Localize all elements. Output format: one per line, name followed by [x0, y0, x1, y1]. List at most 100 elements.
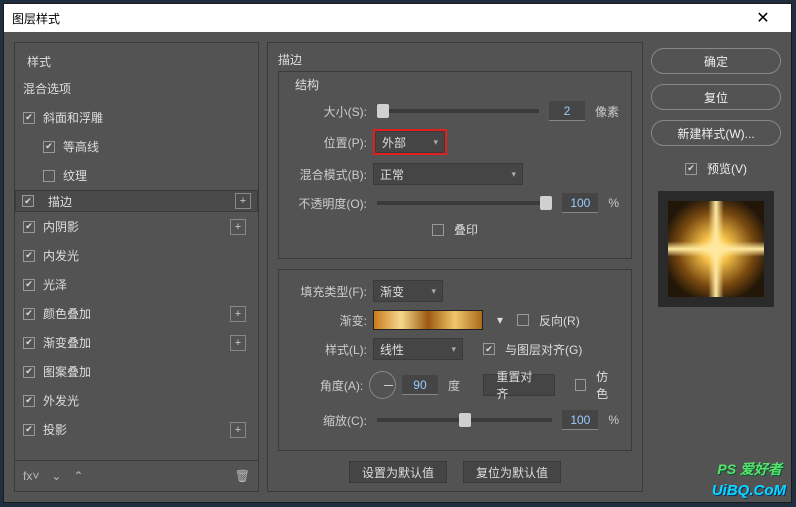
style-checkbox[interactable] [23, 250, 35, 262]
style-label: 颜色叠加 [43, 305, 230, 322]
blend-mode-select[interactable]: 正常▾ [373, 163, 523, 185]
structure-group: 结构 大小(S): 像素 位置(P): 外部▾ 混合模式(B): 正常▾ [278, 71, 632, 259]
fx-icon[interactable]: fx˅ [23, 469, 39, 483]
style-checkbox[interactable] [23, 221, 35, 233]
scale-slider[interactable] [377, 418, 552, 422]
style-item-7[interactable]: 颜色叠加+ [15, 299, 258, 328]
watermark-text-2: UiBQ.CoM [712, 482, 786, 499]
size-unit: 像素 [595, 103, 619, 120]
options-panel: 描边 结构 大小(S): 像素 位置(P): 外部▾ 混合模式(B): [267, 42, 643, 492]
gradient-label: 渐变: [291, 312, 367, 329]
plus-icon[interactable]: + [230, 306, 246, 322]
watermark-text-1: PS 爱好者 [717, 459, 782, 479]
overprint-checkbox[interactable] [432, 224, 444, 236]
panel-title: 描边 [278, 51, 632, 68]
preview-label: 预览(V) [707, 160, 747, 177]
style-label: 内阴影 [43, 218, 230, 235]
style-item-10[interactable]: 外发光 [15, 386, 258, 415]
style-label: 外发光 [43, 392, 246, 409]
size-label: 大小(S): [291, 103, 367, 120]
styles-header: 样式 [15, 43, 258, 74]
gradient-swatch[interactable] [373, 310, 483, 330]
scale-label: 缩放(C): [291, 412, 367, 429]
trash-icon[interactable]: 🗑 [235, 469, 250, 483]
close-icon[interactable]: ✕ [743, 4, 783, 32]
scale-input[interactable] [562, 410, 598, 430]
style-checkbox[interactable] [22, 195, 34, 207]
titlebar: 图层样式 ✕ [4, 4, 791, 32]
style-item-3[interactable]: 描边 + [15, 190, 258, 212]
style-label: 描边 [48, 193, 229, 210]
style-label: 斜面和浮雕 [43, 109, 246, 126]
preview-image [668, 201, 764, 297]
opacity-slider[interactable] [377, 201, 552, 205]
style-item-4[interactable]: 内阴影+ [15, 212, 258, 241]
style-checkbox[interactable] [23, 395, 35, 407]
actions-panel: 确定 复位 新建样式(W)... 预览(V) [651, 42, 781, 492]
style-checkbox[interactable] [23, 337, 35, 349]
angle-dial[interactable] [369, 371, 396, 399]
style-label: 样式(L): [291, 341, 367, 358]
style-item-9[interactable]: 图案叠加 [15, 357, 258, 386]
structure-label: 结构 [295, 76, 619, 93]
styles-panel: 样式 混合选项 斜面和浮雕等高线纹理描边+内阴影+内发光光泽颜色叠加+渐变叠加+… [14, 42, 259, 492]
reset-align-button[interactable]: 重置对齐 [483, 374, 555, 396]
plus-icon[interactable]: + [235, 193, 251, 209]
new-style-button[interactable]: 新建样式(W)... [651, 120, 781, 146]
plus-icon[interactable]: + [230, 422, 246, 438]
style-item-0[interactable]: 斜面和浮雕 [15, 103, 258, 132]
styles-footer: fx˅ ⌄ ⌃ 🗑 [15, 460, 258, 491]
angle-label: 角度(A): [291, 377, 363, 394]
style-item-6[interactable]: 光泽 [15, 270, 258, 299]
style-item-8[interactable]: 渐变叠加+ [15, 328, 258, 357]
align-checkbox[interactable] [483, 343, 495, 355]
style-checkbox[interactable] [23, 112, 35, 124]
plus-icon[interactable]: + [230, 219, 246, 235]
ok-button[interactable]: 确定 [651, 48, 781, 74]
dialog-title: 图层样式 [12, 10, 743, 27]
style-label: 光泽 [43, 276, 246, 293]
dither-checkbox[interactable] [575, 379, 587, 391]
blend-mode-label: 混合模式(B): [291, 166, 367, 183]
position-label: 位置(P): [291, 134, 367, 151]
plus-icon[interactable]: + [230, 335, 246, 351]
style-checkbox[interactable] [43, 170, 55, 182]
style-item-11[interactable]: 投影+ [15, 415, 258, 444]
reset-default-button[interactable]: 复位为默认值 [463, 461, 561, 483]
overprint-label: 叠印 [454, 221, 478, 238]
style-checkbox[interactable] [23, 424, 35, 436]
style-select[interactable]: 线性▾ [373, 338, 463, 360]
style-checkbox[interactable] [23, 308, 35, 320]
size-input[interactable] [549, 101, 585, 121]
style-checkbox[interactable] [43, 141, 55, 153]
preview-box [658, 191, 774, 307]
style-label: 等高线 [63, 138, 246, 155]
size-slider[interactable] [377, 109, 539, 113]
fill-group: 填充类型(F): 渐变▾ 渐变: ▾ 反向(R) 样式(L): 线性▾ 与图层对… [278, 269, 632, 451]
style-item-2[interactable]: 纹理 [15, 161, 258, 190]
opacity-label: 不透明度(O): [291, 195, 367, 212]
style-label: 图案叠加 [43, 363, 246, 380]
align-label: 与图层对齐(G) [505, 341, 582, 358]
chevron-down-icon[interactable]: ⌄ [51, 469, 61, 483]
fill-type-select[interactable]: 渐变▾ [373, 280, 443, 302]
reverse-label: 反向(R) [539, 312, 580, 329]
angle-input[interactable] [402, 375, 438, 395]
opacity-input[interactable] [562, 193, 598, 213]
reverse-checkbox[interactable] [517, 314, 529, 326]
style-label: 纹理 [63, 167, 246, 184]
style-checkbox[interactable] [23, 366, 35, 378]
position-select[interactable]: 外部▾ [375, 131, 445, 153]
style-label: 内发光 [43, 247, 246, 264]
preview-checkbox[interactable] [685, 163, 697, 175]
style-checkbox[interactable] [23, 279, 35, 291]
set-default-button[interactable]: 设置为默认值 [349, 461, 447, 483]
dither-label: 仿色 [596, 368, 619, 402]
style-item-5[interactable]: 内发光 [15, 241, 258, 270]
chevron-up-icon[interactable]: ⌃ [73, 469, 83, 483]
position-highlight: 外部▾ [373, 129, 447, 155]
fill-type-label: 填充类型(F): [291, 283, 367, 300]
blending-options[interactable]: 混合选项 [15, 74, 258, 103]
style-item-1[interactable]: 等高线 [15, 132, 258, 161]
cancel-button[interactable]: 复位 [651, 84, 781, 110]
